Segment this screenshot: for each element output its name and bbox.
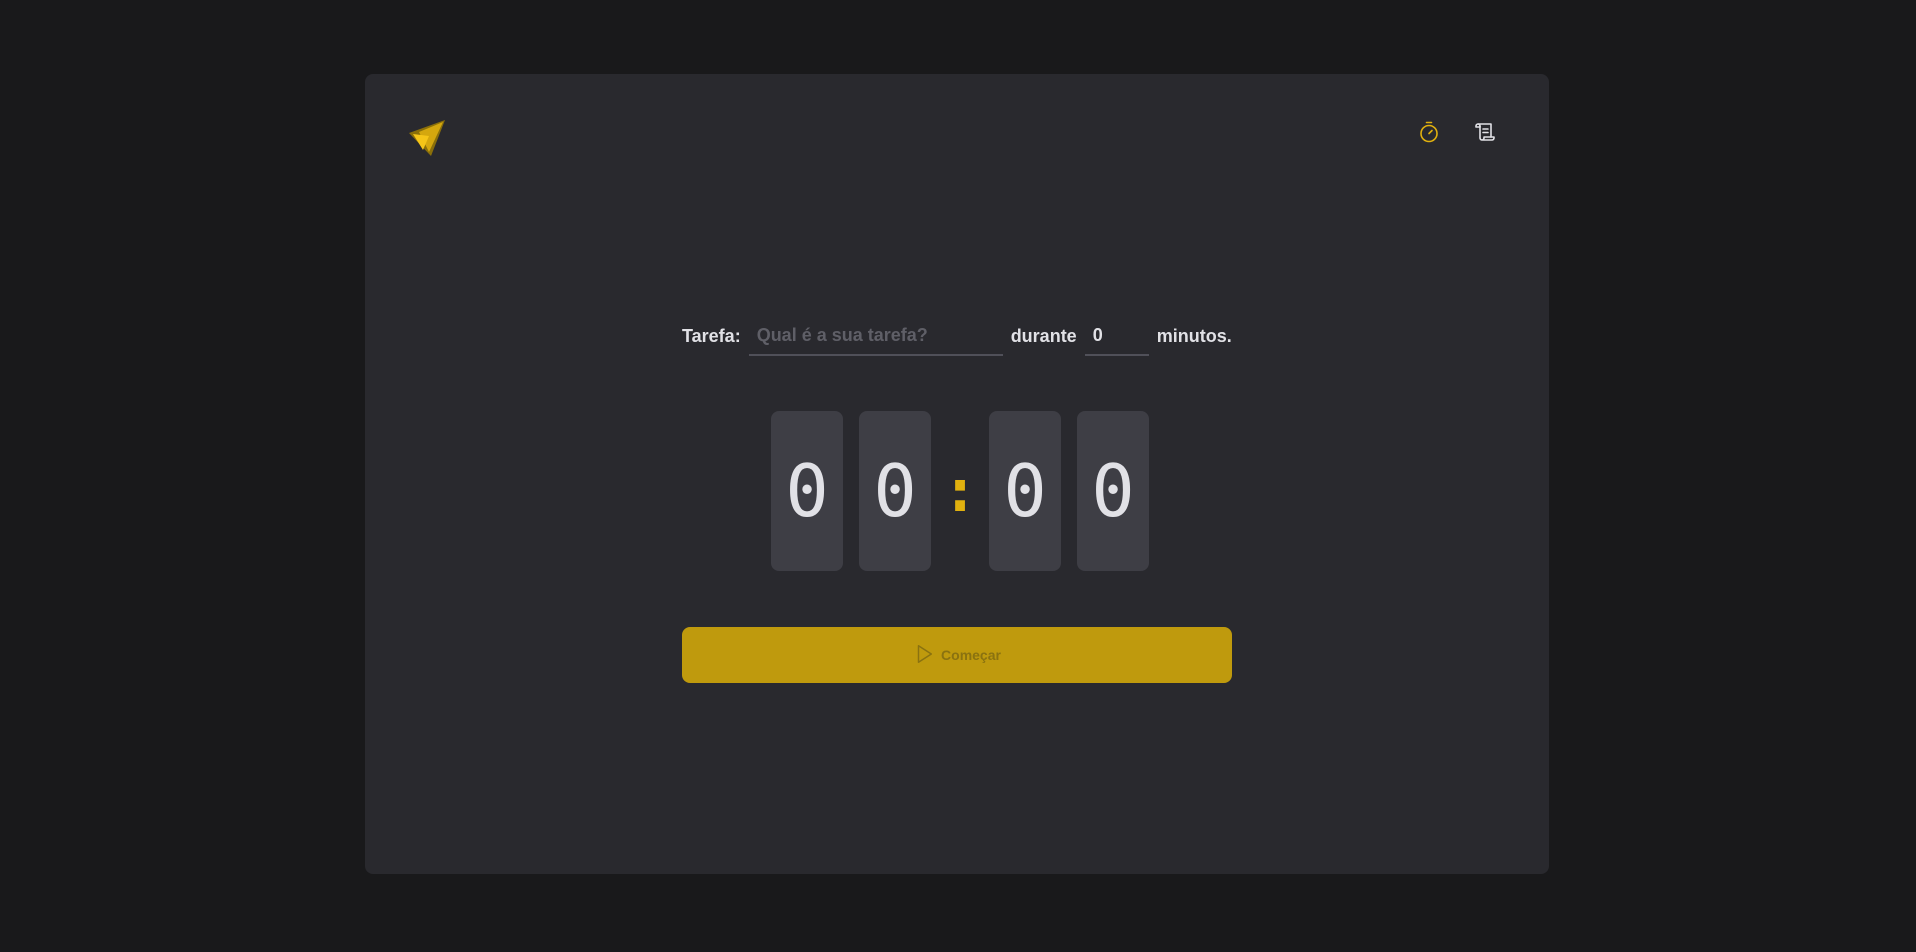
seconds-tens-digit: 0 <box>989 411 1061 571</box>
start-button-label: Começar <box>941 647 1001 663</box>
timer-icon <box>1417 120 1441 149</box>
countdown: 0 0 : 0 0 <box>771 411 1149 571</box>
triangle-logo-icon <box>405 116 449 160</box>
start-button[interactable]: Começar <box>682 627 1232 683</box>
during-label: durante <box>1010 325 1077 346</box>
minutes-ones-digit: 0 <box>859 411 931 571</box>
timer-nav-link[interactable] <box>1417 120 1441 149</box>
history-nav-link[interactable] <box>1473 122 1497 146</box>
countdown-separator: : <box>947 411 973 571</box>
main-nav <box>1417 120 1497 149</box>
seconds-ones-digit: 0 <box>1077 411 1149 571</box>
task-input[interactable] <box>748 316 1003 356</box>
play-icon <box>913 643 935 668</box>
scroll-history-icon <box>1473 120 1497 149</box>
minutes-tens-digit: 0 <box>771 411 843 571</box>
task-label: Tarefa: <box>682 325 741 346</box>
app-card: Tarefa: durante minutos. 0 0 : 0 0 Começ… <box>365 74 1549 874</box>
minutes-suffix: minutos. <box>1156 325 1232 346</box>
task-form: Tarefa: durante minutos. <box>682 316 1232 356</box>
minutes-input[interactable] <box>1084 316 1149 356</box>
